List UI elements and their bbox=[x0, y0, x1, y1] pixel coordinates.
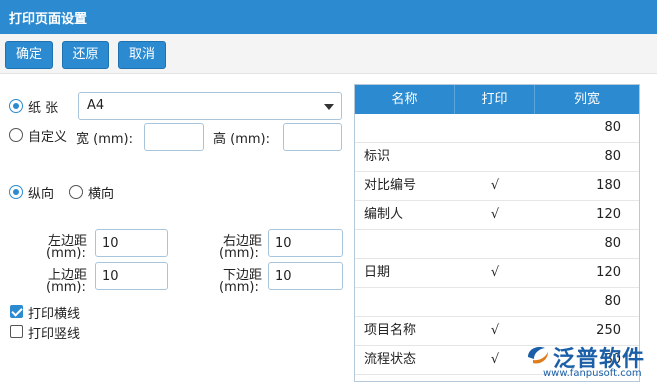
height-input[interactable] bbox=[283, 123, 342, 151]
header-print: 打印 bbox=[455, 85, 535, 114]
custom-size-radio[interactable] bbox=[9, 128, 23, 142]
cell-print: √ bbox=[490, 207, 500, 222]
portrait-radio[interactable] bbox=[9, 185, 23, 199]
left-margin-input[interactable] bbox=[95, 229, 168, 257]
cell-print bbox=[455, 288, 535, 316]
cell-print: √ bbox=[490, 265, 500, 280]
table-row[interactable]: 80 bbox=[355, 114, 639, 143]
paper-size-select[interactable]: A4 bbox=[78, 92, 342, 120]
cell-name: 日期 bbox=[364, 265, 391, 280]
table-row[interactable]: 80 bbox=[355, 288, 639, 317]
width-input[interactable] bbox=[144, 123, 204, 151]
cell-width: 80 bbox=[604, 149, 621, 164]
top-margin-input[interactable] bbox=[95, 262, 168, 290]
table-row[interactable]: 80 bbox=[355, 230, 639, 259]
cell-print: √ bbox=[490, 352, 500, 367]
landscape-label: 横向 bbox=[88, 187, 115, 202]
table-body: 80 标识 80 对比编号 √ 180 编制人 √ 120 80 日期 √ 120 80 项目名称 √ 250 流… bbox=[355, 114, 639, 375]
landscape-radio[interactable] bbox=[69, 185, 83, 199]
cell-width: 80 bbox=[604, 236, 621, 251]
table-row[interactable]: 编制人 √ 120 bbox=[355, 201, 639, 230]
cell-print bbox=[455, 143, 535, 171]
print-horizontal-lines-checkbox[interactable] bbox=[10, 305, 23, 318]
brand-watermark: 泛普软件 www.fanpusoft.com bbox=[525, 341, 655, 385]
paper-size-label: 纸 张 bbox=[28, 101, 59, 116]
height-label: 高 (mm): bbox=[213, 132, 270, 147]
width-label: 宽 (mm): bbox=[76, 132, 133, 147]
top-margin-unit: (mm): bbox=[46, 280, 86, 295]
cell-width: 120 bbox=[596, 265, 621, 280]
cell-print bbox=[455, 230, 535, 258]
cell-width: 180 bbox=[596, 178, 621, 193]
cell-name: 对比编号 bbox=[364, 178, 417, 193]
right-margin-unit: (mm): bbox=[219, 246, 259, 261]
cell-name: 编制人 bbox=[364, 207, 404, 222]
table-row[interactable]: 日期 √ 120 bbox=[355, 259, 639, 288]
cell-print: √ bbox=[490, 178, 500, 193]
cell-name bbox=[355, 114, 455, 142]
print-vertical-lines-checkbox[interactable] bbox=[10, 325, 23, 338]
paper-size-value: A4 bbox=[87, 98, 105, 113]
cell-name bbox=[355, 288, 455, 316]
cell-print bbox=[455, 114, 535, 142]
custom-size-label: 自定义 bbox=[28, 130, 68, 145]
brand-logo-icon bbox=[528, 347, 548, 364]
table-row[interactable]: 标识 80 bbox=[355, 143, 639, 172]
cell-print: √ bbox=[490, 323, 500, 338]
cell-name bbox=[355, 230, 455, 258]
portrait-label: 纵向 bbox=[28, 187, 55, 202]
header-width: 列宽 bbox=[573, 92, 600, 107]
right-margin-input[interactable] bbox=[268, 229, 343, 257]
left-margin-unit: (mm): bbox=[46, 246, 86, 261]
cancel-button[interactable]: 取消 bbox=[118, 41, 166, 69]
columns-table: 名称 打印 列宽 80 标识 80 对比编号 √ 180 编制人 √ 120 80 日期 √ 120 80… bbox=[354, 84, 640, 382]
table-header: 名称 打印 列宽 bbox=[355, 85, 639, 114]
cell-name: 项目名称 bbox=[364, 323, 417, 338]
toolbar: 确定 还原 取消 bbox=[0, 34, 657, 74]
paper-size-radio[interactable] bbox=[9, 99, 23, 113]
restore-button[interactable]: 还原 bbox=[62, 41, 109, 69]
window-title: 打印页面设置 bbox=[9, 12, 88, 27]
brand-url: www.fanpusoft.com bbox=[543, 368, 642, 379]
cell-width: 80 bbox=[604, 294, 621, 309]
table-row[interactable]: 对比编号 √ 180 bbox=[355, 172, 639, 201]
header-name: 名称 bbox=[355, 85, 455, 114]
print-horizontal-lines-label: 打印横线 bbox=[28, 307, 81, 322]
print-vertical-lines-label: 打印竖线 bbox=[28, 327, 81, 342]
cell-name: 标识 bbox=[364, 149, 391, 164]
cell-name: 流程状态 bbox=[364, 352, 417, 367]
chevron-down-icon bbox=[324, 104, 334, 110]
cell-width: 80 bbox=[604, 120, 621, 135]
confirm-button[interactable]: 确定 bbox=[5, 41, 53, 69]
title-bar: 打印页面设置 bbox=[0, 0, 657, 34]
bottom-margin-input[interactable] bbox=[268, 262, 343, 290]
bottom-margin-unit: (mm): bbox=[219, 280, 259, 295]
cell-width: 120 bbox=[596, 207, 621, 222]
